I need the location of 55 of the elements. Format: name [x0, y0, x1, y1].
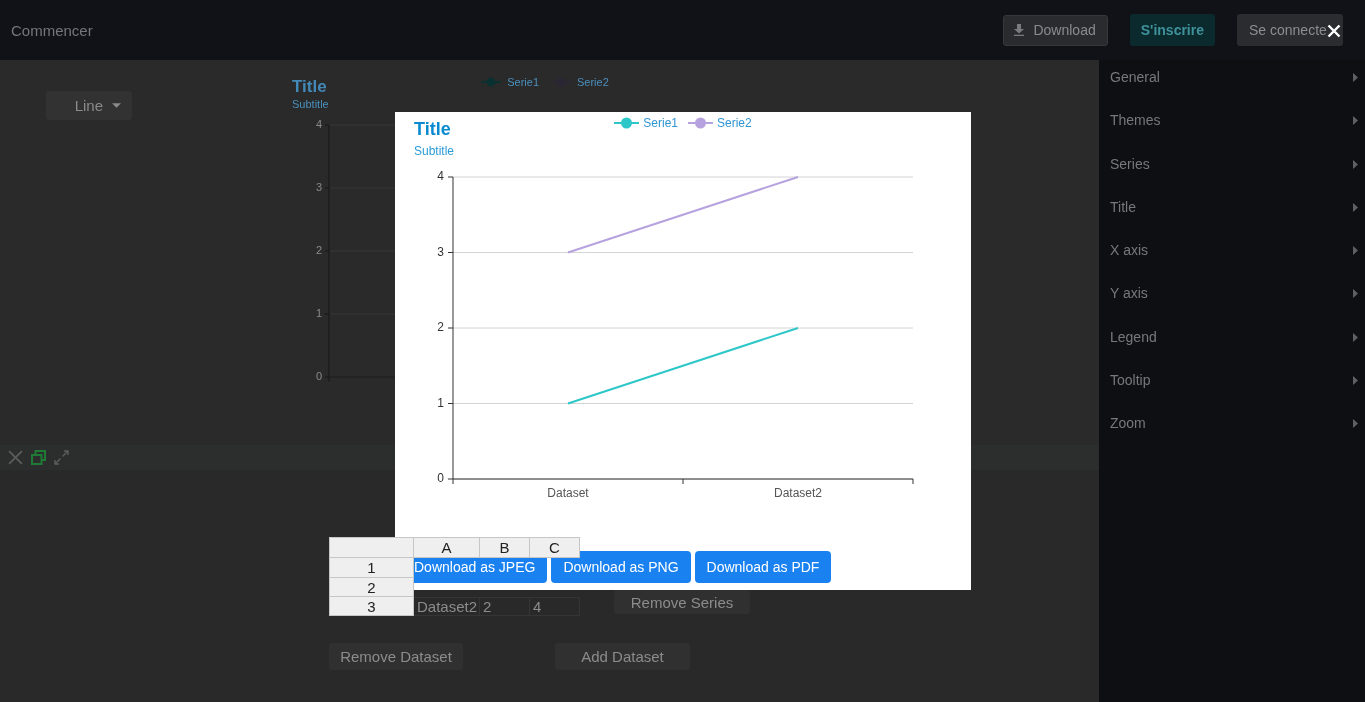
axis-label: 3: [315, 180, 322, 193]
download-icon: [1014, 24, 1025, 36]
menu-item[interactable]: X axis: [1099, 233, 1365, 277]
restore-windows-icon[interactable]: [31, 450, 46, 465]
axis-label: 0: [315, 369, 322, 382]
add-dataset-button[interactable]: Add Dataset: [555, 643, 690, 670]
axis-label: 1: [437, 395, 444, 410]
menu-item[interactable]: General: [1099, 60, 1365, 104]
download-button[interactable]: Download as JPEG: [414, 558, 548, 583]
chart-title: Title: [292, 77, 328, 97]
column-header: A: [414, 537, 480, 558]
menu-item[interactable]: Legend: [1099, 319, 1365, 364]
menu-item[interactable]: Zoom: [1099, 406, 1365, 450]
chart-subtitle: Subtitle: [414, 144, 456, 158]
menu-item[interactable]: Title: [1099, 189, 1365, 234]
axis-label: 4: [315, 117, 322, 130]
axis-label: Dataset: [547, 486, 589, 501]
sign-up-button[interactable]: S'inscrire: [1129, 14, 1215, 46]
remove-series-button[interactable]: Remove Series: [614, 590, 750, 614]
download-button[interactable]: Download: [1003, 14, 1108, 46]
axis-label: 3: [437, 244, 444, 259]
row-header: 2: [329, 578, 414, 597]
legend-label: Serie1: [507, 76, 539, 88]
menu-item[interactable]: Themes: [1099, 103, 1365, 147]
remove-dataset-button[interactable]: Remove Dataset: [329, 643, 463, 670]
table-cell: 2: [480, 597, 530, 616]
column-header: C: [530, 537, 580, 558]
expand-icon[interactable]: [54, 450, 69, 465]
legend-label[interactable]: Serie1: [643, 117, 678, 129]
table-cell: Dataset2: [414, 597, 480, 616]
menu-item[interactable]: Series: [1099, 146, 1365, 190]
legend-label[interactable]: Serie2: [717, 117, 752, 129]
chart-type-dropdown[interactable]: Line: [46, 91, 132, 120]
table-cell: 4: [530, 597, 580, 616]
row-header: 1: [329, 558, 414, 578]
axis-label: 2: [315, 243, 322, 256]
row-header: 3: [329, 597, 414, 616]
menu-item[interactable]: Tooltip: [1099, 363, 1365, 407]
column-header: B: [480, 537, 530, 558]
axis-label: 4: [437, 169, 444, 184]
download-button[interactable]: Download as PDF: [694, 551, 832, 583]
chart-subtitle: Subtitle: [292, 98, 330, 111]
app-title: Commencer: [11, 21, 93, 39]
axis-label: 0: [437, 471, 444, 486]
log-in-button[interactable]: Se connecte: [1237, 14, 1343, 46]
axis-label: 2: [437, 320, 444, 335]
menu-item[interactable]: Y axis: [1099, 276, 1365, 320]
legend-label: Serie2: [577, 76, 609, 88]
chart-title: Title: [414, 118, 452, 140]
x-axis: [328, 376, 395, 383]
axis-label: 1: [315, 306, 322, 319]
caret-icon: [112, 103, 121, 108]
axis-label: Dataset2: [774, 486, 822, 501]
legend-marker-icon[interactable]: [688, 117, 713, 129]
legend-marker-icon[interactable]: [614, 117, 640, 129]
